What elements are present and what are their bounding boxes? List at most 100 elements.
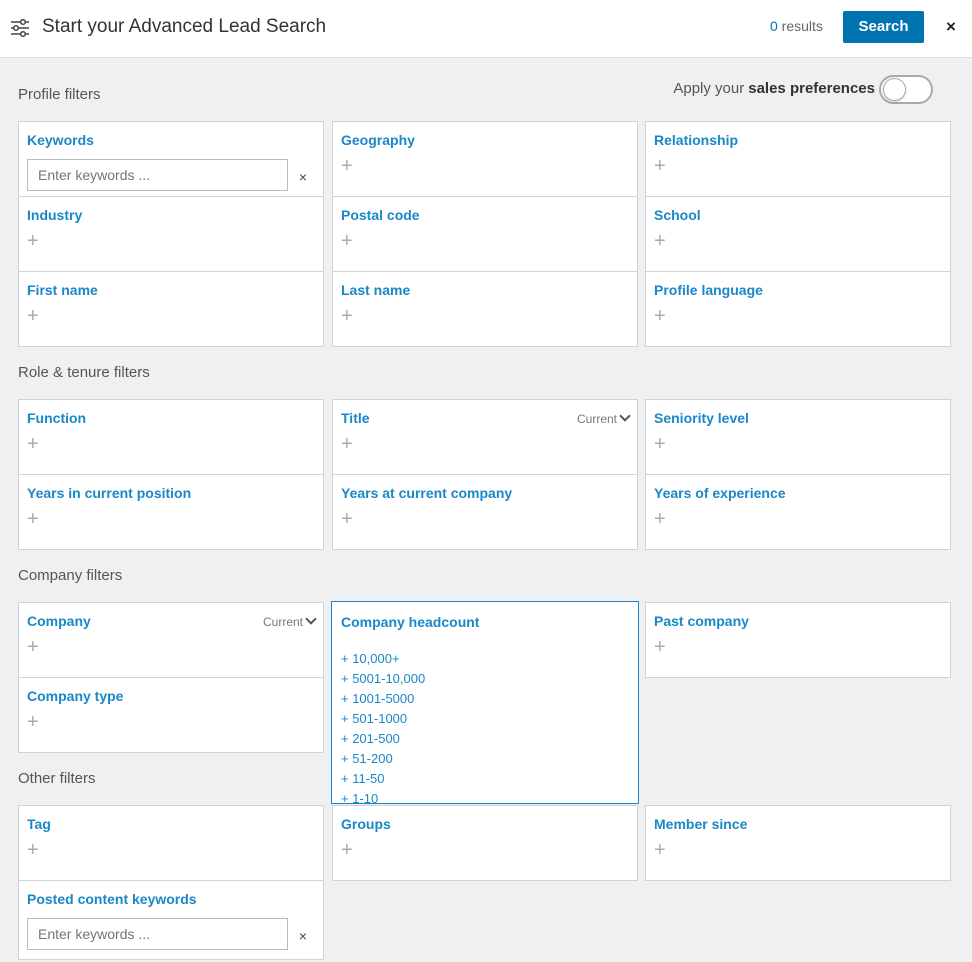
sales-preferences-toggle[interactable] xyxy=(879,75,933,104)
headcount-option[interactable]: + 1-10 xyxy=(341,789,425,809)
filter-industry[interactable]: Industry + xyxy=(18,196,324,272)
school-label: School xyxy=(654,207,701,223)
sales-preferences-bold: sales preferences xyxy=(748,80,875,97)
filter-school[interactable]: School + xyxy=(645,196,951,272)
sliders-icon xyxy=(11,19,29,37)
add-function-icon[interactable]: + xyxy=(27,434,39,454)
add-groups-icon[interactable]: + xyxy=(341,840,353,860)
company-filters-heading: Company filters xyxy=(18,567,123,584)
filter-keywords: Keywords × xyxy=(18,121,324,197)
role-filters-heading: Role & tenure filters xyxy=(18,364,150,381)
company-label: Company xyxy=(27,613,91,629)
years-experience-label: Years of experience xyxy=(654,485,786,501)
filter-tag[interactable]: Tag + xyxy=(18,805,324,881)
add-company-type-icon[interactable]: + xyxy=(27,712,39,732)
toggle-knob xyxy=(883,78,906,101)
add-years-experience-icon[interactable]: + xyxy=(654,509,666,529)
filter-company-type[interactable]: Company type + xyxy=(18,677,324,753)
filter-first-name[interactable]: First name + xyxy=(18,271,324,347)
results-number: 0 xyxy=(770,18,778,34)
results-label: results xyxy=(777,18,823,34)
filter-relationship[interactable]: Relationship + xyxy=(645,121,951,197)
headcount-option[interactable]: + 1001-5000 xyxy=(341,689,425,709)
filter-last-name[interactable]: Last name + xyxy=(332,271,638,347)
add-relationship-icon[interactable]: + xyxy=(654,156,666,176)
posted-content-clear-icon[interactable]: × xyxy=(296,928,310,944)
add-school-icon[interactable]: + xyxy=(654,231,666,251)
search-header: Start your Advanced Lead Search 0 result… xyxy=(0,0,972,58)
company-scope-dropdown[interactable]: Current xyxy=(262,613,317,629)
geography-label: Geography xyxy=(341,132,415,148)
page-title: Start your Advanced Lead Search xyxy=(42,16,327,37)
close-icon[interactable]: × xyxy=(942,17,960,37)
add-postal-code-icon[interactable]: + xyxy=(341,231,353,251)
first-name-label: First name xyxy=(27,282,98,298)
past-company-label: Past company xyxy=(654,613,749,629)
company-headcount-label: Company headcount xyxy=(341,614,480,630)
function-label: Function xyxy=(27,410,87,426)
filter-years-company[interactable]: Years at current company + xyxy=(332,474,638,550)
filter-profile-language[interactable]: Profile language + xyxy=(645,271,951,347)
filter-years-experience[interactable]: Years of experience + xyxy=(645,474,951,550)
filter-seniority[interactable]: Seniority level + xyxy=(645,399,951,475)
posted-content-input[interactable] xyxy=(27,918,288,950)
chevron-down-icon xyxy=(305,613,317,625)
relationship-label: Relationship xyxy=(654,132,739,148)
headcount-option[interactable]: + 51-200 xyxy=(341,749,425,769)
member-since-label: Member since xyxy=(654,816,748,832)
posted-content-label: Posted content keywords xyxy=(27,891,197,907)
headcount-option[interactable]: + 11-50 xyxy=(341,769,425,789)
title-scope-value: Current xyxy=(576,412,617,426)
groups-label: Groups xyxy=(341,816,391,832)
sales-preferences-label: Apply your sales preferences xyxy=(673,80,875,97)
add-first-name-icon[interactable]: + xyxy=(27,306,39,326)
keywords-clear-icon[interactable]: × xyxy=(296,169,310,185)
profile-language-label: Profile language xyxy=(654,282,763,298)
last-name-label: Last name xyxy=(341,282,411,298)
filter-member-since[interactable]: Member since + xyxy=(645,805,951,881)
add-years-position-icon[interactable]: + xyxy=(27,509,39,529)
years-position-label: Years in current position xyxy=(27,485,192,501)
headcount-options: + 10,000+ + 5001-10,000 + 1001-5000 + 50… xyxy=(341,649,425,809)
headcount-option[interactable]: + 5001-10,000 xyxy=(341,669,425,689)
other-filters-heading: Other filters xyxy=(18,770,96,787)
company-scope-value: Current xyxy=(262,615,303,629)
filter-company[interactable]: Company Current + xyxy=(18,602,324,678)
add-last-name-icon[interactable]: + xyxy=(341,306,353,326)
title-scope-dropdown[interactable]: Current xyxy=(576,410,631,426)
filter-posted-content: Posted content keywords × xyxy=(18,880,324,960)
industry-label: Industry xyxy=(27,207,83,223)
add-seniority-icon[interactable]: + xyxy=(654,434,666,454)
headcount-option[interactable]: + 501-1000 xyxy=(341,709,425,729)
filter-company-headcount: Company headcount + 10,000+ + 5001-10,00… xyxy=(331,601,639,806)
add-profile-language-icon[interactable]: + xyxy=(654,306,666,326)
results-count: 0 results xyxy=(770,18,823,34)
filter-past-company[interactable]: Past company + xyxy=(645,602,951,678)
add-years-company-icon[interactable]: + xyxy=(341,509,353,529)
company-type-label: Company type xyxy=(27,688,124,704)
search-button[interactable]: Search xyxy=(843,11,924,43)
filter-groups[interactable]: Groups + xyxy=(332,805,638,881)
chevron-down-icon xyxy=(619,410,631,422)
add-past-company-icon[interactable]: + xyxy=(654,637,666,657)
filter-geography[interactable]: Geography + xyxy=(332,121,638,197)
keywords-label: Keywords xyxy=(27,132,94,148)
profile-filters-heading: Profile filters xyxy=(18,86,101,103)
seniority-label: Seniority level xyxy=(654,410,749,426)
add-member-since-icon[interactable]: + xyxy=(654,840,666,860)
filter-title[interactable]: Title Current + xyxy=(332,399,638,475)
filter-years-position[interactable]: Years in current position + xyxy=(18,474,324,550)
tag-label: Tag xyxy=(27,816,51,832)
sales-preferences-prefix: Apply your xyxy=(673,80,745,97)
headcount-option[interactable]: + 201-500 xyxy=(341,729,425,749)
add-tag-icon[interactable]: + xyxy=(27,840,39,860)
headcount-option[interactable]: + 10,000+ xyxy=(341,649,425,669)
add-industry-icon[interactable]: + xyxy=(27,231,39,251)
add-geography-icon[interactable]: + xyxy=(341,156,353,176)
keywords-input[interactable] xyxy=(27,159,288,191)
filter-function[interactable]: Function + xyxy=(18,399,324,475)
filter-postal-code[interactable]: Postal code + xyxy=(332,196,638,272)
add-company-icon[interactable]: + xyxy=(27,637,39,657)
years-company-label: Years at current company xyxy=(341,485,513,501)
add-title-icon[interactable]: + xyxy=(341,434,353,454)
